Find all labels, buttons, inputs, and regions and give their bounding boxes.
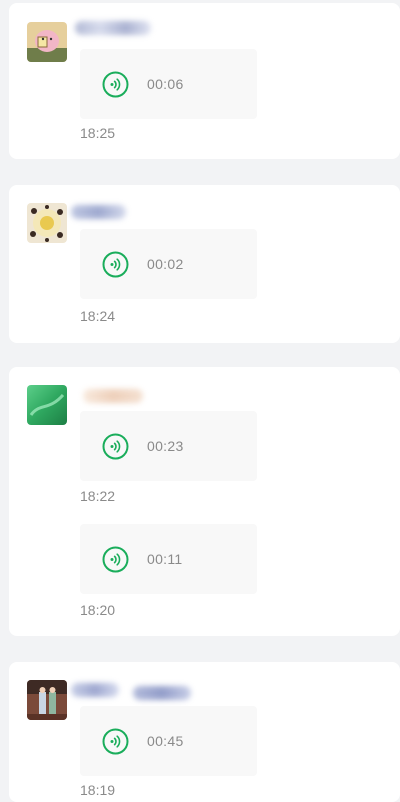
voice-wave-icon[interactable]	[102, 251, 129, 278]
voice-message-bubble[interactable]: 00:11	[80, 524, 257, 594]
message-time: 18:25	[80, 125, 116, 141]
message-time: 18:19	[80, 782, 116, 798]
sender-name-blurred	[71, 205, 126, 219]
voice-duration: 00:06	[147, 76, 184, 92]
message-card: 00:45 18:19	[9, 662, 400, 802]
avatar[interactable]	[27, 385, 67, 425]
avatar[interactable]	[27, 203, 67, 243]
voice-message-bubble[interactable]: 00:45	[80, 706, 257, 776]
voice-message-feed: { "colors": { "background": "#f2f3f5", "…	[0, 0, 400, 802]
voice-message-bubble[interactable]: 00:06	[80, 49, 257, 119]
voice-message-bubble[interactable]: 00:02	[80, 229, 257, 299]
voice-duration: 00:02	[147, 256, 184, 272]
message-card: 00:23 18:22 00:11 18:20	[9, 367, 400, 636]
message-card: 00:02 18:24	[9, 185, 400, 343]
message-card: 00:06 18:25	[9, 3, 400, 159]
avatar[interactable]	[27, 680, 67, 720]
sender-name-blurred	[71, 683, 119, 697]
avatar[interactable]	[27, 22, 67, 62]
voice-message-bubble[interactable]: 00:23	[80, 411, 257, 481]
message-time: 18:22	[80, 488, 116, 504]
sender-name-blurred	[75, 21, 151, 35]
voice-wave-icon[interactable]	[102, 433, 129, 460]
voice-wave-icon[interactable]	[102, 71, 129, 98]
sender-name-blurred	[83, 389, 143, 403]
message-time: 18:24	[80, 308, 116, 324]
voice-duration: 00:23	[147, 438, 184, 454]
voice-wave-icon[interactable]	[102, 728, 129, 755]
voice-wave-icon[interactable]	[102, 546, 129, 573]
voice-duration: 00:45	[147, 733, 184, 749]
message-time: 18:20	[80, 602, 116, 618]
sender-name-blurred	[133, 686, 191, 700]
voice-duration: 00:11	[147, 551, 183, 567]
